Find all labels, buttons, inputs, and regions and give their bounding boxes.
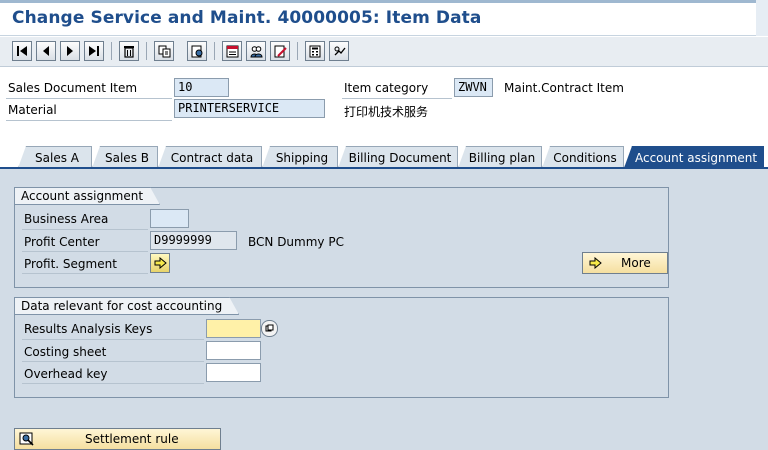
tab-sales-a[interactable]: Sales A — [18, 146, 92, 168]
edit-icon[interactable] — [270, 41, 290, 61]
results-analysis-keys-label: Results Analysis Keys — [24, 322, 153, 336]
profit-center-description: BCN Dummy PC — [248, 235, 344, 249]
first-page-icon[interactable] — [12, 41, 32, 61]
title-bar-rule — [0, 0, 768, 3]
item-category-description: Maint.Contract Item — [504, 81, 624, 95]
sales-doc-item-label: Sales Document Item — [8, 81, 138, 95]
more-button-label: More — [621, 256, 651, 270]
tab-billing-document[interactable]: Billing Document — [338, 146, 458, 168]
toolbar-separator — [214, 42, 215, 60]
account-assignment-group-title: Account assignment — [14, 187, 160, 205]
toolbar-separator — [111, 42, 112, 60]
last-page-icon[interactable] — [84, 41, 104, 61]
more-button[interactable]: More — [582, 252, 668, 274]
next-page-icon[interactable] — [60, 41, 80, 61]
label-underline — [22, 273, 148, 274]
label-underline — [6, 120, 172, 121]
delete-icon[interactable] — [119, 41, 139, 61]
toolbar-separator — [297, 42, 298, 60]
copy-icon[interactable] — [154, 41, 174, 61]
material-field[interactable]: PRINTERSERVICE — [174, 99, 325, 118]
overhead-key-label: Overhead key — [24, 367, 108, 381]
configure-icon[interactable] — [329, 41, 349, 61]
settlement-rule-icon — [19, 432, 34, 446]
profit-segment-button[interactable] — [150, 253, 170, 273]
calculator-icon[interactable] — [305, 41, 325, 61]
profit-segment-label: Profit. Segment — [24, 257, 117, 271]
label-underline — [22, 251, 148, 252]
title-bar-edge — [756, 0, 768, 36]
material-description: 打印机技术服务 — [344, 105, 429, 119]
label-underline — [342, 98, 452, 99]
tab-account-assignment[interactable]: Account assignment — [624, 146, 764, 168]
label-underline — [22, 339, 204, 340]
application-toolbar — [0, 37, 768, 67]
tab-shipping[interactable]: Shipping — [262, 146, 338, 168]
item-category-field[interactable]: ZWVN — [454, 78, 493, 97]
business-area-field[interactable] — [150, 209, 189, 228]
arrow-right-icon — [589, 257, 602, 269]
tab-conditions[interactable]: Conditions — [542, 146, 624, 168]
settlement-rule-button[interactable]: Settlement rule — [14, 428, 221, 450]
costing-sheet-label: Costing sheet — [24, 345, 107, 359]
tab-billing-plan[interactable]: Billing plan — [458, 146, 542, 168]
window-title: Change Service and Maint. 40000005: Item… — [12, 8, 482, 28]
previous-page-icon[interactable] — [36, 41, 56, 61]
tab-contract-data[interactable]: Contract data — [158, 146, 262, 168]
title-bar: Change Service and Maint. 40000005: Item… — [0, 0, 768, 36]
overhead-key-field[interactable] — [206, 363, 261, 382]
value-help-icon[interactable] — [261, 320, 278, 337]
settlement-rule-label: Settlement rule — [85, 432, 179, 446]
tab-strip: Sales A Sales B Contract data Shipping B… — [0, 144, 768, 168]
label-underline — [22, 361, 204, 362]
profit-center-label: Profit Center — [24, 235, 100, 249]
sales-doc-item-field[interactable]: 10 — [174, 78, 229, 97]
item-category-label: Item category — [344, 81, 429, 95]
display-document-icon[interactable] — [187, 41, 207, 61]
profit-center-field[interactable]: D9999999 — [150, 231, 237, 250]
toolbar-separator — [146, 42, 147, 60]
results-analysis-keys-field[interactable] — [206, 319, 261, 338]
cost-accounting-group-title: Data relevant for cost accounting — [14, 297, 239, 315]
header-details-icon[interactable] — [222, 41, 242, 61]
arrow-right-icon — [154, 257, 167, 269]
costing-sheet-field[interactable] — [206, 341, 261, 360]
business-area-label: Business Area — [24, 212, 109, 226]
material-label: Material — [8, 103, 57, 117]
label-underline — [6, 98, 172, 99]
partner-icon[interactable] — [246, 41, 266, 61]
label-underline — [22, 229, 148, 230]
label-underline — [22, 383, 204, 384]
tab-sales-b[interactable]: Sales B — [92, 146, 158, 168]
